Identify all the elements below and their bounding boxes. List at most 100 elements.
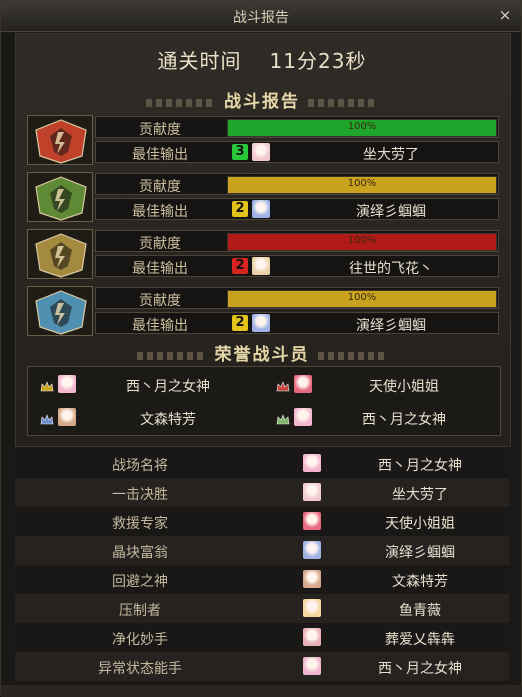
player-name[interactable]: 天使小姐姐 <box>345 513 495 533</box>
contribution-bar: 100% <box>227 290 497 308</box>
awards-list: 战场名将 西丶月之女神 一击决胜 坐大劳了 救援专家 天使小姐姐 晶块富翁 演绎彡蝈蝈 回避之神… <box>15 449 509 683</box>
honor-box: 西丶月之女神 天使小姐姐 文森特芳 西丶月之女神 <box>27 366 501 436</box>
green-boss-icon <box>27 172 93 222</box>
report-heading-text: 战斗报告 <box>224 92 300 112</box>
award-title: 晶块富翁 <box>112 545 168 561</box>
player-avatar[interactable] <box>58 375 76 393</box>
green-crown-icon <box>276 411 290 425</box>
contribution-row: 贡献度 100% <box>95 116 499 138</box>
player-avatar[interactable] <box>303 512 321 530</box>
contribution-label: 贡献度 <box>139 236 181 252</box>
contribution-bar: 100% <box>227 119 497 137</box>
ornament-left <box>146 98 216 107</box>
player-name[interactable]: 坐大劳了 <box>345 484 495 504</box>
boss-row: 贡献度 100% 最佳输出 2 往世的飞花丶 <box>27 229 499 279</box>
best-output-row: 最佳输出 2 往世的飞花丶 <box>95 255 499 277</box>
player-name[interactable]: 西丶月之女神 <box>345 658 495 678</box>
player-avatar[interactable] <box>252 314 270 332</box>
award-row: 一击决胜 坐大劳了 <box>15 478 509 507</box>
contribution-row: 贡献度 100% <box>95 287 499 309</box>
boss-row: 贡献度 100% 最佳输出 2 演绎彡蝈蝈 <box>27 286 499 336</box>
award-title: 压制者 <box>119 603 161 619</box>
close-icon[interactable]: × <box>497 7 513 23</box>
player-avatar[interactable] <box>294 408 312 426</box>
honor-member[interactable]: 天使小姐姐 <box>268 370 494 398</box>
player-name[interactable]: 演绎彡蝈蝈 <box>286 315 496 335</box>
award-title: 净化妙手 <box>112 632 168 648</box>
ornament-left <box>136 351 207 360</box>
player-avatar[interactable] <box>303 628 321 646</box>
ornament-right <box>317 351 388 360</box>
player-avatar[interactable] <box>303 570 321 588</box>
clear-time: 通关时间 11分23秒 <box>15 45 509 74</box>
blue-boss-icon <box>27 286 93 336</box>
contribution-value: 100% <box>347 292 377 303</box>
best-output-label: 最佳输出 <box>132 204 188 220</box>
player-avatar[interactable] <box>303 454 321 472</box>
blue-crown-icon <box>40 411 54 425</box>
best-output-row: 最佳输出 2 演绎彡蝈蝈 <box>95 312 499 334</box>
gold-crown-icon <box>40 378 54 392</box>
player-avatar[interactable] <box>303 483 321 501</box>
rank-badge: 2 <box>232 315 248 331</box>
award-title: 救援专家 <box>112 516 168 532</box>
best-output-row: 最佳输出 2 演绎彡蝈蝈 <box>95 198 499 220</box>
player-avatar[interactable] <box>303 599 321 617</box>
contribution-label: 贡献度 <box>139 122 181 138</box>
contribution-value: 100% <box>347 235 377 246</box>
contribution-row: 贡献度 100% <box>95 173 499 195</box>
award-row: 回避之神 文森特芳 <box>15 565 509 594</box>
ornament-right <box>308 98 378 107</box>
player-name[interactable]: 葬爱乂犇犇 <box>345 629 495 649</box>
honor-member[interactable]: 西丶月之女神 <box>32 370 258 398</box>
player-name[interactable]: 西丶月之女神 <box>345 455 495 475</box>
window-title: 战斗报告 <box>233 10 289 26</box>
boss-row: 贡献度 100% 最佳输出 2 演绎彡蝈蝈 <box>27 172 499 222</box>
player-avatar[interactable] <box>303 657 321 675</box>
award-row: 晶块富翁 演绎彡蝈蝈 <box>15 536 509 565</box>
contribution-value: 100% <box>347 178 377 189</box>
honor-member[interactable]: 西丶月之女神 <box>268 403 494 431</box>
player-avatar[interactable] <box>294 375 312 393</box>
title-bar: 战斗报告 × <box>1 1 521 32</box>
player-avatar[interactable] <box>252 257 270 275</box>
player-name[interactable]: 往世的飞花丶 <box>286 258 496 278</box>
player-avatar[interactable] <box>58 408 76 426</box>
player-name[interactable]: 文森特芳 <box>80 409 256 429</box>
player-name[interactable]: 天使小姐姐 <box>316 376 492 396</box>
contribution-label: 贡献度 <box>139 179 181 195</box>
player-name[interactable]: 文森特芳 <box>345 571 495 591</box>
award-row: 救援专家 天使小姐姐 <box>15 507 509 536</box>
player-name[interactable]: 西丶月之女神 <box>316 409 492 429</box>
award-row: 异常状态能手 西丶月之女神 <box>15 652 509 681</box>
rank-badge: 2 <box>232 201 248 217</box>
player-avatar[interactable] <box>252 200 270 218</box>
rank-badge: 2 <box>232 258 248 274</box>
honor-member[interactable]: 文森特芳 <box>32 403 258 431</box>
award-row: 战场名将 西丶月之女神 <box>15 449 509 478</box>
player-name[interactable]: 坐大劳了 <box>286 144 496 164</box>
player-avatar[interactable] <box>303 541 321 559</box>
award-row: 净化妙手 葬爱乂犇犇 <box>15 623 509 652</box>
report-heading: 战斗报告 <box>15 87 509 112</box>
player-name[interactable]: 西丶月之女神 <box>80 376 256 396</box>
award-title: 一击决胜 <box>112 487 168 503</box>
player-name[interactable]: 演绎彡蝈蝈 <box>286 201 496 221</box>
contribution-bar: 100% <box>227 176 497 194</box>
rank-badge: 3 <box>232 144 248 160</box>
award-title: 异常状态能手 <box>98 661 182 677</box>
award-title: 回避之神 <box>112 574 168 590</box>
contribution-bar: 100% <box>227 233 497 251</box>
boss-row: 贡献度 100% 最佳输出 3 坐大劳了 <box>27 115 499 165</box>
player-name[interactable]: 演绎彡蝈蝈 <box>345 542 495 562</box>
contribution-value: 100% <box>347 121 377 132</box>
clear-time-label: 通关时间 <box>157 49 242 73</box>
player-name[interactable]: 鱼青薇 <box>345 600 495 620</box>
award-title: 战场名将 <box>112 458 168 474</box>
player-avatar[interactable] <box>252 143 270 161</box>
contribution-label: 贡献度 <box>139 293 181 309</box>
best-output-label: 最佳输出 <box>132 261 188 277</box>
red-crown-icon <box>276 378 290 392</box>
honor-heading-text: 荣誉战斗员 <box>214 345 310 365</box>
best-output-label: 最佳输出 <box>132 318 188 334</box>
